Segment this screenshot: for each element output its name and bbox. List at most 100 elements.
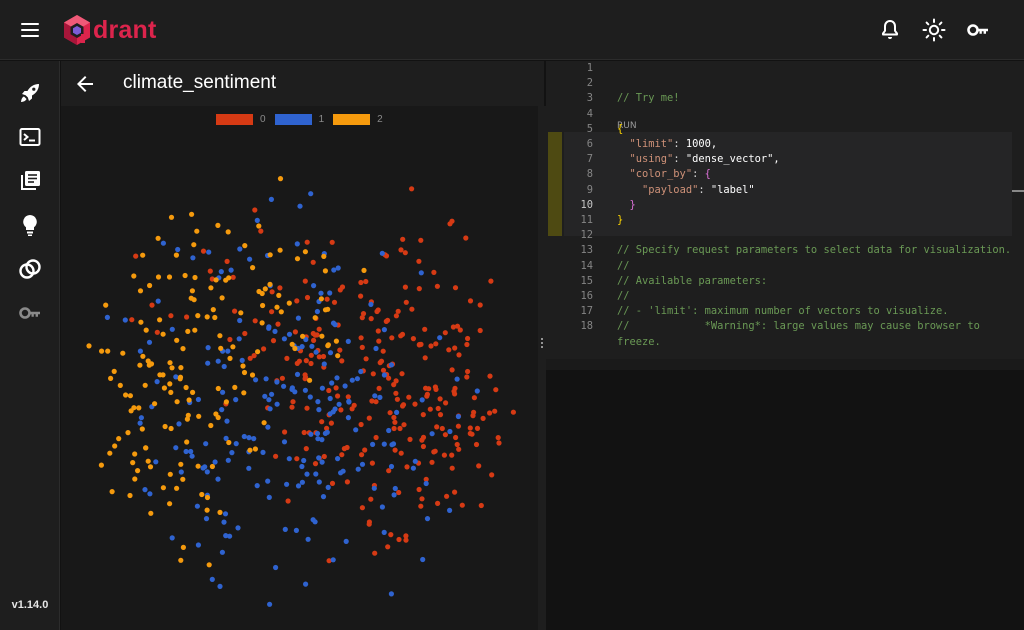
code-line[interactable]: 15 // Available parameters: (546, 274, 1024, 289)
data-point[interactable] (373, 399, 379, 405)
data-point[interactable] (464, 374, 470, 380)
data-point[interactable] (268, 196, 274, 202)
data-point[interactable] (174, 337, 180, 343)
data-point[interactable] (138, 319, 144, 325)
data-point[interactable] (292, 329, 298, 335)
data-point[interactable] (392, 485, 398, 492)
data-point[interactable] (403, 299, 409, 305)
data-point[interactable] (359, 344, 365, 350)
data-point[interactable] (327, 395, 333, 402)
data-point[interactable] (241, 390, 247, 396)
data-point[interactable] (444, 493, 450, 499)
data-point[interactable] (270, 338, 277, 344)
data-point[interactable] (359, 505, 365, 511)
data-point[interactable] (342, 383, 348, 389)
data-point[interactable] (167, 501, 173, 507)
data-point[interactable] (368, 301, 374, 307)
data-point[interactable] (147, 491, 153, 497)
data-point[interactable] (404, 464, 410, 470)
data-point[interactable] (180, 346, 186, 352)
data-point[interactable] (240, 363, 246, 369)
data-point[interactable] (300, 333, 306, 339)
data-point[interactable] (489, 472, 495, 478)
data-point[interactable] (273, 453, 279, 459)
data-point[interactable] (312, 315, 318, 321)
data-point[interactable] (137, 348, 143, 354)
data-point[interactable] (418, 503, 424, 509)
code-line[interactable]: 6 "limit": 1000, (546, 137, 1024, 152)
data-point[interactable] (229, 450, 235, 456)
data-point[interactable] (142, 382, 148, 388)
data-point[interactable] (400, 236, 406, 242)
data-point[interactable] (295, 483, 302, 489)
data-point[interactable] (399, 371, 405, 377)
data-point[interactable] (208, 285, 214, 291)
data-point[interactable] (313, 471, 319, 477)
data-point[interactable] (109, 489, 115, 495)
data-point[interactable] (368, 316, 374, 322)
data-point[interactable] (343, 538, 349, 544)
data-point[interactable] (168, 313, 174, 319)
data-point[interactable] (136, 405, 142, 411)
data-point[interactable] (463, 235, 469, 241)
data-point[interactable] (263, 376, 269, 382)
data-point[interactable] (326, 387, 332, 394)
data-point[interactable] (316, 455, 322, 461)
data-point[interactable] (299, 463, 305, 470)
api-key-icon[interactable] (966, 18, 990, 42)
code-line[interactable]: 14 // (546, 259, 1024, 274)
data-point[interactable] (142, 487, 148, 493)
data-point[interactable] (195, 463, 201, 469)
back-arrow-icon[interactable] (73, 72, 97, 96)
data-point[interactable] (338, 470, 344, 476)
data-point[interactable] (266, 325, 272, 331)
data-point[interactable] (434, 424, 440, 430)
data-point[interactable] (256, 288, 262, 295)
data-point[interactable] (146, 362, 152, 368)
data-point[interactable] (446, 347, 452, 353)
data-point[interactable] (372, 393, 378, 399)
data-point[interactable] (98, 462, 104, 468)
data-point[interactable] (186, 397, 192, 403)
theme-toggle-icon[interactable] (922, 18, 946, 42)
data-point[interactable] (321, 453, 327, 460)
data-point[interactable] (227, 355, 233, 361)
data-point[interactable] (447, 428, 453, 435)
data-point[interactable] (435, 500, 441, 506)
data-point[interactable] (358, 279, 364, 286)
data-point[interactable] (265, 478, 271, 484)
data-point[interactable] (441, 452, 447, 458)
data-point[interactable] (225, 457, 231, 463)
data-point[interactable] (220, 389, 226, 395)
data-point[interactable] (107, 450, 113, 456)
data-point[interactable] (286, 331, 293, 337)
data-point[interactable] (412, 401, 418, 407)
data-point[interactable] (388, 463, 395, 470)
data-point[interactable] (474, 425, 481, 431)
data-point[interactable] (449, 465, 455, 471)
data-point[interactable] (391, 414, 397, 421)
data-point[interactable] (227, 336, 233, 343)
vertical-resize-handle[interactable] (538, 106, 546, 630)
data-point[interactable] (189, 211, 195, 217)
data-point[interactable] (452, 489, 458, 495)
data-point[interactable] (285, 498, 291, 504)
data-point[interactable] (467, 298, 474, 304)
data-point[interactable] (137, 420, 143, 426)
data-point[interactable] (403, 533, 409, 539)
data-point[interactable] (423, 385, 429, 391)
data-point[interactable] (308, 191, 314, 197)
data-point[interactable] (437, 412, 444, 418)
data-point[interactable] (322, 430, 328, 436)
data-point[interactable] (379, 250, 385, 256)
data-point[interactable] (294, 456, 300, 462)
data-point[interactable] (333, 385, 339, 391)
data-point[interactable] (122, 317, 128, 323)
data-point[interactable] (327, 290, 333, 296)
request-editor[interactable]: RUN 1 2 3// Try me! 4 5{6 "limit": 1000, 7 "u… (546, 61, 1024, 359)
data-point[interactable] (329, 380, 335, 386)
data-point[interactable] (125, 430, 131, 436)
data-point[interactable] (385, 544, 391, 550)
data-point[interactable] (247, 447, 253, 453)
data-point[interactable] (153, 459, 159, 465)
